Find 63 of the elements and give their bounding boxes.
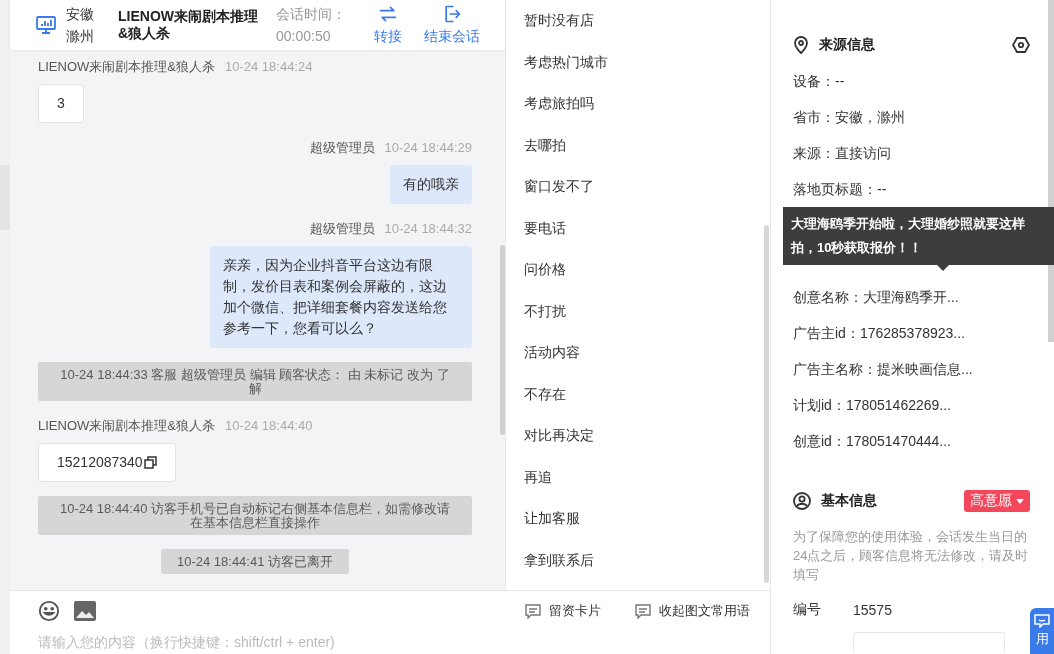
quick-reply-item[interactable]: 暂时没有店 (524, 0, 770, 42)
tooltip-pointer (937, 265, 949, 271)
quick-reply-item[interactable]: 窗口发不了 (524, 166, 770, 208)
message-sender: LIENOW来闹剧本推理&狼人杀 10-24 18:44:24 (38, 58, 314, 76)
quick-reply-item[interactable]: 活动内容 (524, 332, 770, 374)
intent-tag[interactable]: 高意愿 (964, 490, 1030, 512)
chat-title: LIENOW来闹剧本推理&狼人杀 (118, 8, 259, 42)
info-row-text: 来源：直接访问 (793, 144, 892, 163)
location-pin-icon (793, 36, 809, 54)
info-row-text: 省市：安徽，滁州 (793, 108, 906, 127)
end-session-button[interactable]: 结束会话 (418, 4, 486, 46)
notice-text: 为了保障您的使用体验，会话发生当日的24点之后，顾客信息将无法修改，请及时填写 (793, 528, 1030, 584)
quick-reply-item[interactable]: 去哪拍 (524, 124, 770, 166)
message-bubble: 3 (38, 84, 84, 123)
message-bubble: 亲亲，因为企业抖音平台这边有限制，发价目表和案例会屏蔽的，这边加个微信、把详细套餐内容发送给您参考一下，您看可以么？ (210, 246, 472, 348)
system-notice: 10-24 18:44:41 访客已离开 (160, 549, 350, 574)
message-sender: 超级管理员 10-24 18:44:29 (308, 139, 472, 157)
copy-icon[interactable] (143, 456, 157, 469)
image-icon[interactable] (74, 601, 96, 621)
toolbar-button[interactable]: 收起图文常用语 (635, 602, 750, 620)
message-bubble: 有的哦亲 (390, 165, 472, 204)
quick-reply-item[interactable]: 问价格 (524, 249, 770, 291)
duration-label: 会话时间： (276, 5, 347, 23)
quick-reply-item[interactable]: 再追 (524, 456, 770, 498)
settings-icon[interactable] (1012, 36, 1030, 54)
info-row-text: 广告主名称：提米映画信息... (793, 360, 974, 379)
duration-value: 00:00:50 (276, 27, 332, 45)
monitor-icon (36, 16, 56, 34)
system-notice: 10-24 18:44:33 客服 超级管理员 编辑 顾客状态： 由 未标记 改为 了解 (38, 362, 472, 401)
message-bubble: 15212087340 (38, 443, 176, 482)
quick-reply-item[interactable]: 考虑旅拍吗 (524, 83, 770, 125)
quick-reply-item[interactable]: 要电话 (524, 207, 770, 249)
info-row-text: 创意id：178051470444... (793, 432, 952, 451)
field-label: 编号 (793, 601, 822, 619)
caret-icon (1016, 498, 1024, 504)
comment-icon (635, 603, 651, 619)
quick-reply-item[interactable]: 拿到联系后 (524, 539, 770, 581)
quick-reply-item[interactable]: 考虑热门城市 (524, 41, 770, 83)
comment-icon (525, 603, 541, 619)
info-row-text: 落地页标题：-- (793, 180, 888, 199)
quick-reply-item[interactable]: 对比再决定 (524, 415, 770, 457)
location-text: 滁州 (66, 27, 95, 45)
quick-reply-item[interactable]: 让加客服 (524, 498, 770, 540)
quick-reply-item[interactable]: 不打扰 (524, 290, 770, 332)
user-icon (793, 492, 811, 510)
section-title: 来源信息 (819, 36, 875, 54)
chat-icon (1034, 614, 1050, 628)
toolbar-button[interactable]: 留资卡片 (525, 602, 601, 620)
system-notice: 10-24 18:44:40 访客手机号已自动标记右侧基本信息栏，如需修改请在基本信息栏直接操作 (38, 496, 472, 535)
info-row-text: 设备：-- (793, 72, 846, 91)
message-sender: LIENOW来闹剧本推理&狼人杀 10-24 18:44:40 (38, 417, 314, 435)
transfer-button[interactable]: 转接 (368, 4, 408, 46)
emoji-icon[interactable] (38, 600, 60, 622)
location-text: 安徽 (66, 5, 95, 23)
section-title: 基本信息 (821, 492, 877, 510)
info-row-text: 计划id：178051462269... (793, 396, 952, 415)
quick-reply-item[interactable]: 不存在 (524, 373, 770, 415)
message-sender: 超级管理员 10-24 18:44:32 (308, 220, 472, 238)
exit-icon (442, 4, 462, 24)
side-chat-button[interactable]: 用 (1030, 608, 1054, 654)
field-value: 15575 (853, 602, 892, 618)
info-row-text: 广告主id：176285378923... (793, 324, 966, 343)
info-row-text: 创意名称：大理海鸥季开... (793, 288, 960, 307)
